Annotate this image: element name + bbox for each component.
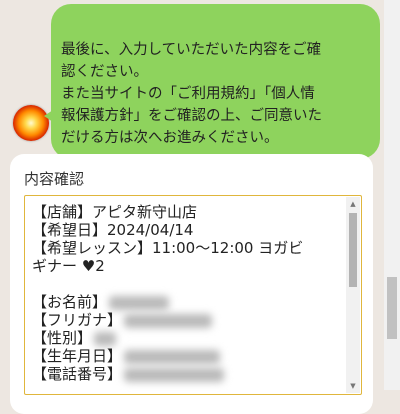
name-label: 【お名前】 bbox=[32, 293, 108, 311]
lesson-line-continued: ギナー ♥2 bbox=[32, 257, 105, 275]
name-row: 【お名前】 bbox=[32, 293, 342, 311]
redacted-name bbox=[109, 295, 170, 310]
scroll-down-arrow-icon[interactable]: ▼ bbox=[346, 379, 360, 393]
textarea-scrollbar-thumb[interactable] bbox=[349, 213, 357, 287]
gender-label: 【性別】 bbox=[32, 329, 93, 347]
redacted-phone bbox=[124, 367, 225, 382]
page-scrollbar-thumb[interactable] bbox=[387, 277, 397, 339]
date-line: 【希望日】2024/04/14 bbox=[32, 221, 194, 239]
birth-row: 【生年月日】 bbox=[32, 347, 342, 365]
redacted-gender bbox=[94, 331, 117, 346]
textarea-scrollbar[interactable]: ▲ ▼ bbox=[346, 197, 360, 393]
confirmation-card: 内容確認 【店舗】アピタ新守山店 【希望日】2024/04/14 【希望レッスン… bbox=[10, 154, 373, 414]
bot-message-text: 最後に、入力していただいた内容をご確 認ください。 また当サイトの「ご利用規約」… bbox=[61, 42, 322, 146]
redacted-birthdate bbox=[124, 349, 221, 364]
chat-area: 最後に、入力していただいた内容をご確 認ください。 また当サイトの「ご利用規約」… bbox=[0, 0, 384, 414]
birth-label: 【生年月日】 bbox=[32, 347, 123, 365]
lesson-line: 【希望レッスン】11:00～12:00 ヨガビ bbox=[32, 239, 304, 257]
kana-label: 【フリガナ】 bbox=[32, 311, 123, 329]
scroll-up-arrow-icon[interactable]: ▲ bbox=[346, 197, 360, 211]
phone-row: 【電話番号】 bbox=[32, 365, 342, 383]
confirmation-content: 【店舗】アピタ新守山店 【希望日】2024/04/14 【希望レッスン】11:0… bbox=[32, 203, 342, 383]
redacted-kana bbox=[124, 313, 213, 328]
bot-message-bubble: 最後に、入力していただいた内容をご確 認ください。 また当サイトの「ご利用規約」… bbox=[44, 4, 380, 159]
gender-row: 【性別】 bbox=[32, 329, 342, 347]
card-title: 内容確認 bbox=[24, 170, 85, 188]
store-line: 【店舗】アピタ新守山店 bbox=[32, 203, 198, 221]
kana-row: 【フリガナ】 bbox=[32, 311, 342, 329]
phone-label: 【電話番号】 bbox=[32, 365, 123, 383]
page-scrollbar[interactable] bbox=[384, 0, 400, 390]
confirmation-textarea[interactable]: 【店舗】アピタ新守山店 【希望日】2024/04/14 【希望レッスン】11:0… bbox=[24, 195, 362, 395]
